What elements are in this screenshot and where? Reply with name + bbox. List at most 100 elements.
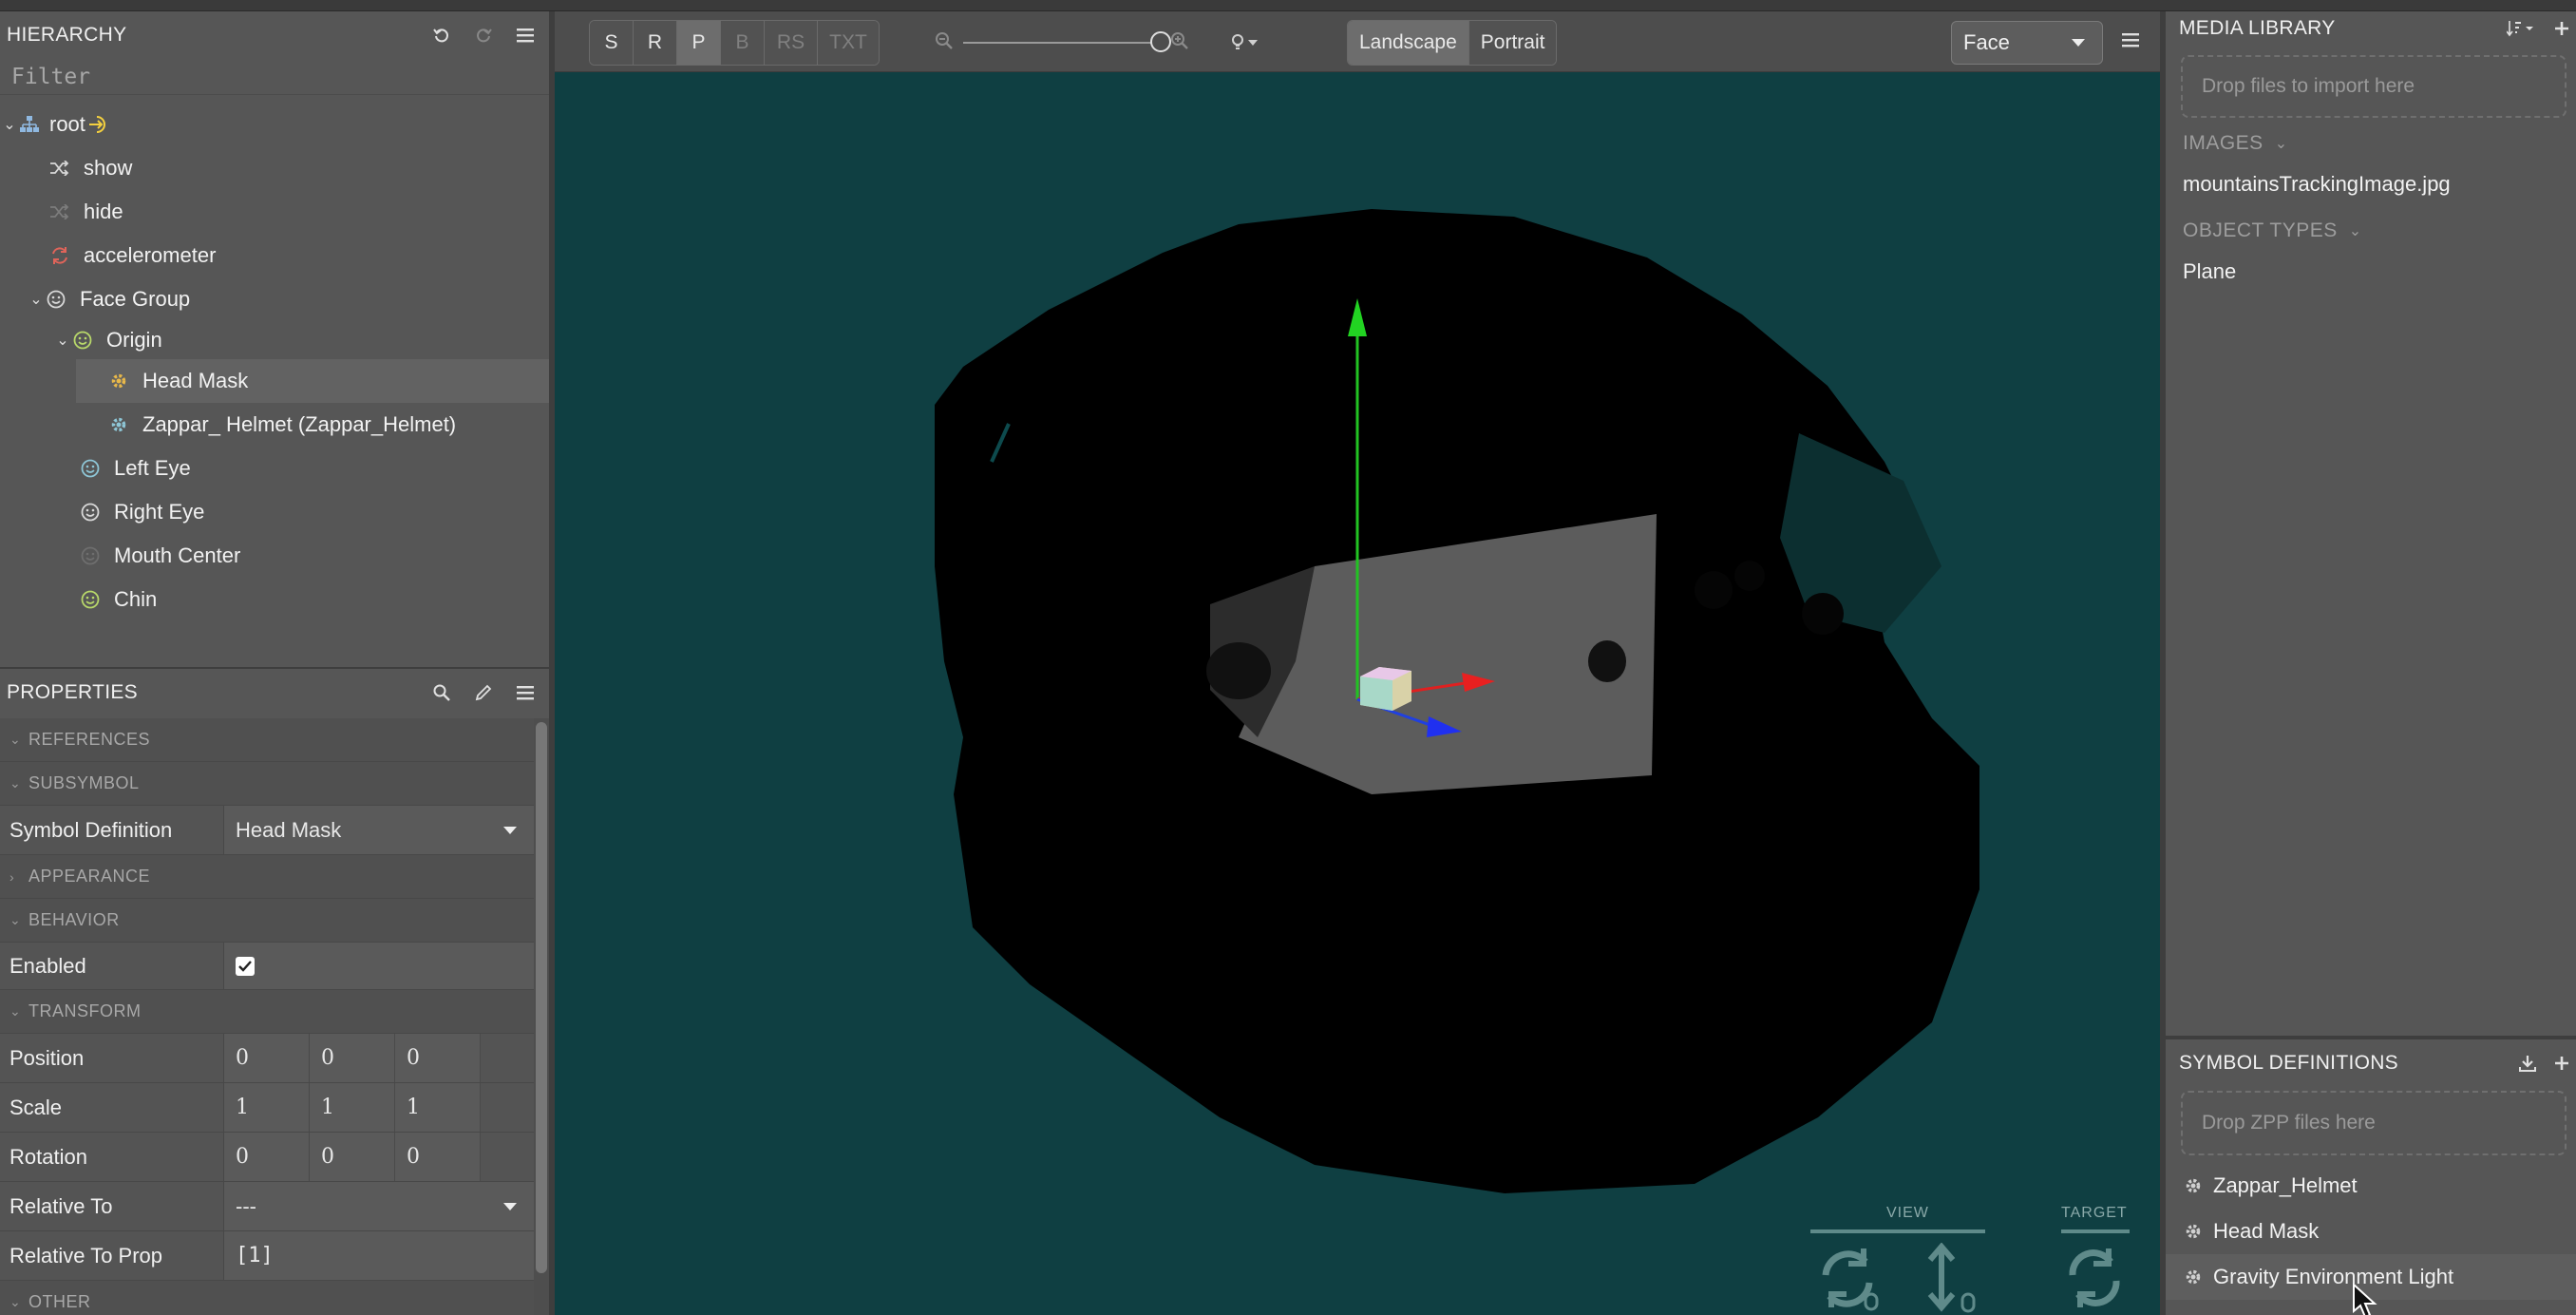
section-behavior[interactable]: ⌄ BEHAVIOR	[0, 899, 534, 943]
target-control[interactable]: TARGET	[2061, 1205, 2137, 1315]
section-references[interactable]: ⌄ REFERENCES	[0, 718, 534, 762]
tree-item-chin[interactable]: Chin	[0, 578, 549, 621]
download-icon[interactable]	[2517, 1053, 2538, 1074]
tree-item-show[interactable]: show	[0, 146, 549, 190]
symbol-definition-select[interactable]: Head Mask	[224, 806, 534, 854]
chevron-down-icon: ⌄	[9, 912, 22, 927]
mode-button-p[interactable]: P	[677, 21, 721, 65]
add-icon[interactable]	[2551, 1053, 2572, 1074]
section-transform[interactable]: ⌄ TRANSFORM	[0, 990, 534, 1034]
section-label: BEHAVIOR	[28, 910, 120, 929]
scene-canvas[interactable]	[555, 72, 2160, 1315]
redo-icon[interactable]	[473, 25, 494, 46]
prop-row-relative-to-prop: Relative To Prop [1]	[0, 1231, 534, 1281]
mode-button-r[interactable]: R	[634, 21, 677, 65]
position-x-input[interactable]: 0	[224, 1034, 310, 1082]
zoom-slider[interactable]	[963, 31, 1171, 52]
helmet-model[interactable]	[935, 209, 1979, 1193]
mode-button-b[interactable]: B	[721, 21, 765, 65]
properties-menu-icon[interactable]	[515, 682, 536, 703]
zoom-in-icon[interactable]	[1170, 31, 1189, 55]
gear-icon	[2183, 1221, 2204, 1242]
relative-to-select[interactable]: ---	[224, 1182, 534, 1230]
symbol-item-zappar-helmet[interactable]: Zappar_Helmet	[2166, 1163, 2576, 1209]
object-types-section-header[interactable]: OBJECT TYPES ⌄	[2166, 211, 2576, 251]
mode-button-txt[interactable]: TXT	[818, 21, 879, 65]
symbol-item-head-mask[interactable]: Head Mask	[2166, 1209, 2576, 1254]
sort-icon[interactable]	[2506, 18, 2538, 39]
section-label: REFERENCES	[28, 730, 151, 749]
properties-scrollbar-thumb[interactable]	[536, 722, 547, 1273]
prop-row-relative-to: Relative To ---	[0, 1182, 534, 1231]
target-label: TARGET	[2061, 1205, 2128, 1221]
prop-row-position: Position 0 0 0	[0, 1034, 534, 1083]
tracking-type-select[interactable]: Face	[1951, 21, 2103, 65]
chevron-down-icon: ⌄	[2274, 136, 2288, 152]
light-bulb-icon[interactable]	[1231, 33, 1258, 52]
add-icon[interactable]	[2551, 18, 2572, 39]
position-y-input[interactable]: 0	[310, 1034, 395, 1082]
pencil-icon[interactable]	[473, 682, 494, 703]
viewport-menu-icon[interactable]	[2122, 32, 2139, 52]
zoom-out-icon[interactable]	[935, 31, 954, 55]
tree-item-label: Face Group	[80, 287, 191, 311]
face-icon	[72, 330, 93, 351]
symbol-definitions-panel: SYMBOL DEFINITIONS Drop ZPP files here Z…	[2166, 1039, 2576, 1315]
tree-item-zappar-helmet[interactable]: Zappar_ Helmet (Zappar_Helmet)	[0, 403, 549, 447]
portrait-button[interactable]: Portrait	[1468, 21, 1557, 65]
hierarchy-tree: ⌄ root show hide accelerometer ⌄ Face Gr…	[0, 95, 549, 621]
mode-button-s[interactable]: S	[590, 21, 634, 65]
scene-viewport[interactable]: S R P B RS TXT Landscape Portrait Face V…	[555, 11, 2160, 1315]
tree-item-head-mask[interactable]: Head Mask	[76, 359, 549, 403]
tree-item-hide[interactable]: hide	[0, 190, 549, 234]
view-control[interactable]: VIEW	[1810, 1205, 1991, 1315]
orbit-rotate-icon[interactable]	[1816, 1245, 1883, 1315]
search-icon[interactable]	[431, 682, 452, 703]
eye-hole-right	[1588, 640, 1626, 682]
zoom-slider-thumb[interactable]	[1150, 31, 1171, 52]
scale-z-input[interactable]: 1	[395, 1083, 481, 1132]
rotation-x-input[interactable]: 0	[224, 1133, 310, 1181]
images-section-header[interactable]: IMAGES ⌄	[2166, 124, 2576, 163]
chevron-down-icon[interactable]: ⌄	[27, 290, 46, 309]
zpp-drop-zone[interactable]: Drop ZPP files here	[2181, 1091, 2567, 1155]
relative-to-prop-input[interactable]: [1]	[224, 1231, 534, 1280]
position-z-input[interactable]: 0	[395, 1034, 481, 1082]
section-other[interactable]: ⌄ OTHER	[0, 1281, 534, 1315]
hierarchy-menu-icon[interactable]	[515, 25, 536, 46]
rotation-y-input[interactable]: 0	[310, 1133, 395, 1181]
media-image-item[interactable]: mountainsTrackingImage.jpg	[2166, 163, 2576, 205]
hierarchy-filter-input[interactable]: Filter	[0, 59, 549, 95]
chevron-down-icon: ⌄	[9, 775, 22, 791]
chevron-down-icon[interactable]: ⌄	[0, 115, 19, 134]
undo-icon[interactable]	[431, 25, 452, 46]
symbol-list: Zappar_Helmet Head Mask Gravity Environm…	[2166, 1163, 2576, 1300]
entry-arrow-icon	[88, 114, 110, 135]
pan-vertical-icon[interactable]	[1921, 1242, 1979, 1315]
chevron-down-icon[interactable]: ⌄	[53, 331, 72, 350]
landscape-button[interactable]: Landscape	[1348, 21, 1469, 65]
tree-item-mouth-center[interactable]: Mouth Center	[0, 534, 549, 578]
scale-x-input[interactable]: 1	[224, 1083, 310, 1132]
tree-item-origin[interactable]: ⌄ Origin	[0, 321, 549, 359]
prop-value-text: [1]	[236, 1244, 274, 1267]
enabled-checkbox[interactable]	[236, 956, 255, 976]
object-type-item[interactable]: Plane	[2166, 251, 2576, 293]
tree-item-left-eye[interactable]: Left Eye	[0, 447, 549, 490]
section-appearance[interactable]: › APPEARANCE	[0, 855, 534, 899]
rotation-z-input[interactable]: 0	[395, 1133, 481, 1181]
target-rotate-icon[interactable]	[2065, 1247, 2124, 1314]
media-drop-zone[interactable]: Drop files to import here	[2181, 55, 2567, 118]
chevron-down-icon: ⌄	[9, 732, 22, 747]
tree-item-label: Chin	[114, 587, 158, 611]
scale-y-input[interactable]: 1	[310, 1083, 395, 1132]
section-subsymbol[interactable]: ⌄ SUBSYMBOL	[0, 762, 534, 806]
tree-item-label: Origin	[106, 328, 162, 352]
tree-item-face-group[interactable]: ⌄ Face Group	[0, 277, 549, 321]
tree-item-right-eye[interactable]: Right Eye	[0, 490, 549, 534]
tree-item-accelerometer[interactable]: accelerometer	[0, 234, 549, 277]
tree-item-root[interactable]: ⌄ root	[0, 103, 549, 146]
side-bolt	[1695, 571, 1733, 609]
mode-button-rs[interactable]: RS	[765, 21, 818, 65]
gizmo-cube-face	[1360, 677, 1392, 711]
